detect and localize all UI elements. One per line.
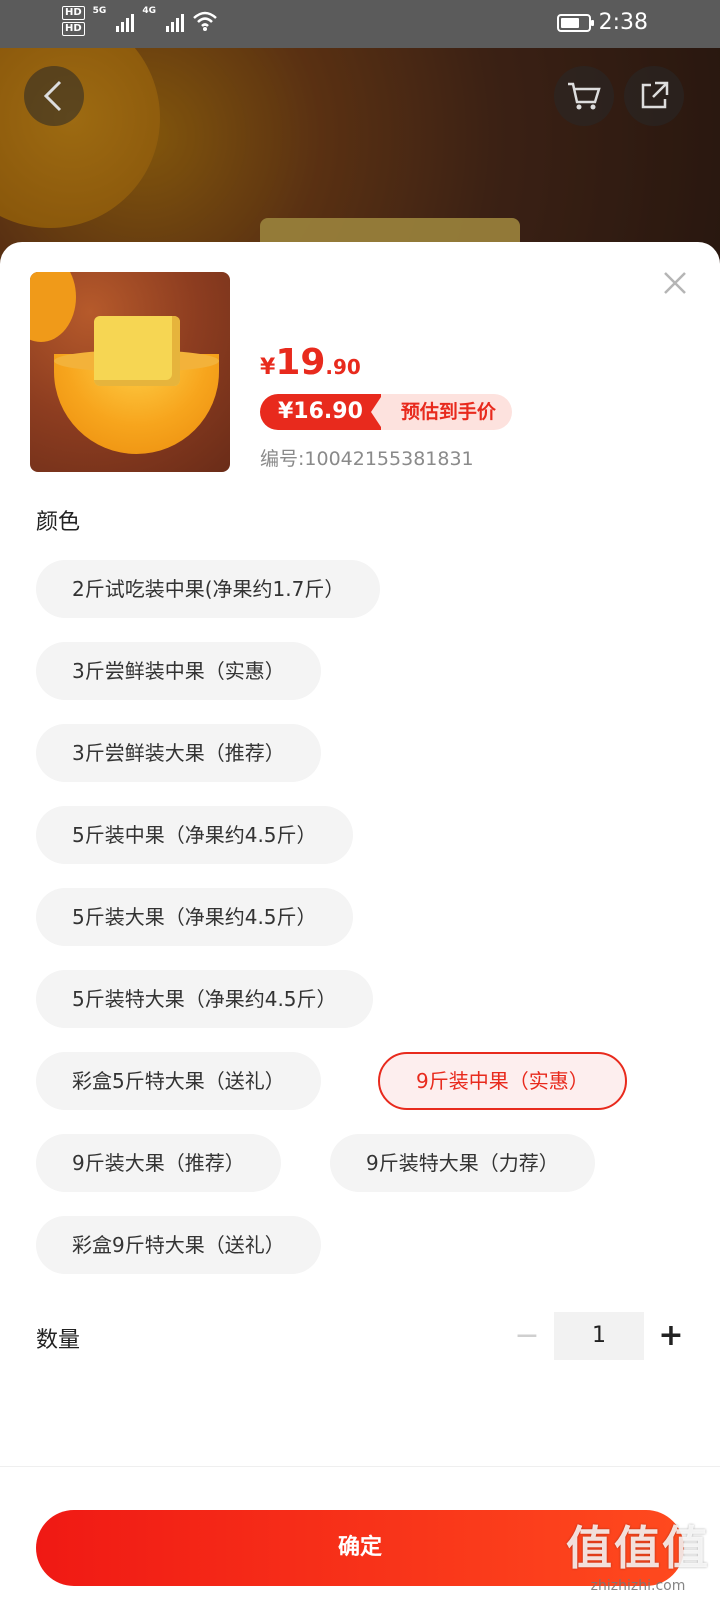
price-currency: ¥: [260, 355, 276, 380]
sku-selector-sheet: ¥19.90 ¥16.90 预估到手价 编号:10042155381831 颜色…: [0, 242, 720, 1600]
watermark: 值值值 zhizhizhi.com: [566, 1512, 710, 1594]
cart-button[interactable]: [554, 66, 614, 126]
watermark-url: zhizhizhi.com: [590, 1578, 686, 1594]
quantity-label: 数量: [36, 1328, 81, 1353]
color-option[interactable]: 3斤尝鲜装中果（实惠）: [36, 642, 321, 700]
color-section-title: 颜色: [36, 510, 81, 535]
product-hero-image: [0, 48, 720, 268]
price-integer: 19: [275, 342, 326, 383]
quantity-input[interactable]: 1: [554, 1312, 644, 1360]
hd-badge: HD: [62, 22, 85, 36]
network-type: 5G: [92, 6, 107, 16]
product-thumbnail: [30, 272, 230, 472]
price-decimal: .90: [325, 355, 361, 379]
sku-number: 编号:10042155381831: [260, 448, 474, 470]
wifi-icon: [193, 11, 217, 31]
color-option[interactable]: 5斤装特大果（净果约4.5斤）: [36, 970, 373, 1028]
status-bar: HD HD 5G 4G 2:38: [0, 0, 720, 48]
signal-icon: [116, 10, 135, 32]
share-icon: [641, 81, 669, 109]
color-option[interactable]: 5斤装大果（净果约4.5斤）: [36, 888, 353, 946]
signal-icon: [165, 10, 184, 32]
quantity-decrement-button[interactable]: −: [512, 1316, 542, 1356]
color-option[interactable]: 5斤装中果（净果约4.5斤）: [36, 806, 353, 864]
close-icon[interactable]: [660, 268, 690, 298]
color-option-selected[interactable]: 9斤装中果（实惠）: [378, 1052, 627, 1110]
hd-badge: HD: [62, 6, 85, 20]
color-option[interactable]: 2斤试吃装中果(净果约1.7斤）: [36, 560, 381, 618]
color-option[interactable]: 9斤装特大果（力荐）: [330, 1134, 595, 1192]
clock: 2:38: [598, 10, 648, 35]
chevron-left-icon: [43, 80, 62, 112]
network-type: 4G: [142, 6, 156, 16]
divider: [0, 1466, 720, 1467]
promo-price: ¥16.90: [260, 394, 381, 430]
color-option[interactable]: 彩盒9斤特大果（送礼）: [36, 1216, 321, 1274]
share-button[interactable]: [624, 66, 684, 126]
watermark-logo: 值值值: [566, 1521, 710, 1575]
color-option[interactable]: 3斤尝鲜装大果（推荐）: [36, 724, 321, 782]
promo-price-badge: ¥16.90 预估到手价: [260, 394, 512, 430]
cart-icon: [568, 82, 601, 110]
color-option[interactable]: 9斤装大果（推荐）: [36, 1134, 281, 1192]
promo-label: 预估到手价: [370, 394, 512, 430]
quantity-increment-button[interactable]: +: [656, 1316, 686, 1356]
battery-icon: [556, 13, 594, 32]
back-button[interactable]: [24, 66, 84, 126]
color-option[interactable]: 彩盒5斤特大果（送礼）: [36, 1052, 321, 1110]
price: ¥19.90: [260, 342, 361, 383]
